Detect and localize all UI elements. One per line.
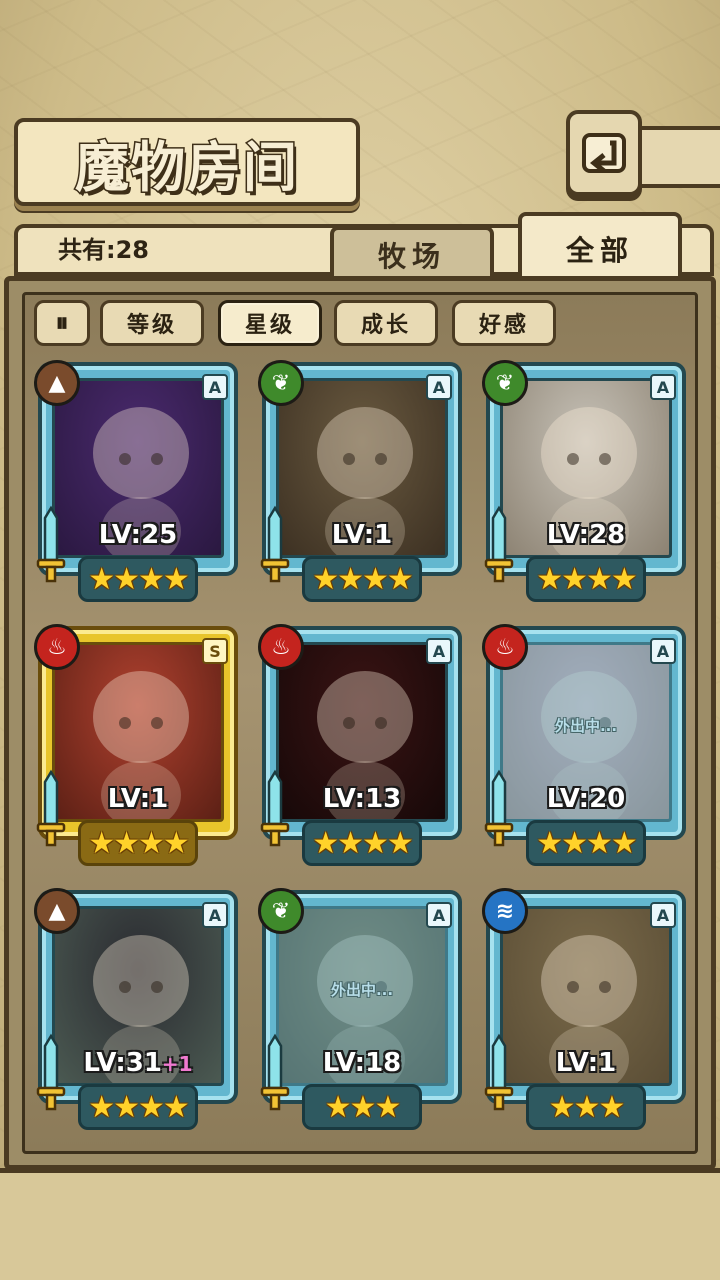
level-label: LV:20 — [486, 784, 686, 814]
level-label: LV:1 — [38, 784, 238, 814]
page-title: 魔物房间 — [74, 133, 299, 200]
filter-star-button[interactable]: 星级 — [218, 300, 322, 346]
level-label: LV:31+1 — [38, 1048, 238, 1078]
rank-badge: A — [426, 374, 452, 400]
filter-level-button[interactable]: 等级 — [100, 300, 204, 346]
monster-card[interactable]: A ≋ LV:1 ★★★ — [482, 888, 686, 1130]
level-label: LV:1 — [486, 1048, 686, 1078]
star-icons: ★★★★ — [312, 561, 414, 597]
level-label: LV:28 — [486, 520, 686, 550]
water-element-icon: ≋ — [482, 888, 528, 934]
star-icons: ★★★★ — [312, 825, 414, 861]
header-rail — [642, 126, 720, 188]
level-value: LV:20 — [546, 784, 626, 814]
monster-card[interactable]: A ❦ LV:1 ★★★★ — [258, 360, 462, 602]
rank-badge: A — [202, 374, 228, 400]
rank-badge: A — [650, 374, 676, 400]
nature-element-icon: ❦ — [482, 360, 528, 406]
rank-badge: A — [426, 902, 452, 928]
level-value: LV:31 — [83, 1048, 162, 1078]
star-rating: ★★★ — [302, 1084, 422, 1130]
monster-count: 共有:28 — [58, 236, 149, 264]
star-icons: ★★★★ — [88, 1089, 190, 1125]
star-rating: ★★★★ — [302, 820, 422, 866]
star-icons: ★★★★ — [88, 561, 190, 597]
level-value: LV:1 — [555, 1048, 617, 1078]
rank-badge: A — [426, 638, 452, 664]
monster-card[interactable]: A ▲ LV:31+1 ★★★★ — [34, 888, 238, 1130]
earth-element-icon: ▲ — [34, 360, 80, 406]
away-status-label: 外出中... — [554, 717, 618, 735]
level-value: LV:1 — [107, 784, 169, 814]
star-rating: ★★★★ — [78, 1084, 198, 1130]
rank-badge: A — [650, 638, 676, 664]
level-value: LV:28 — [546, 520, 626, 550]
filter-affection-button[interactable]: 好感 — [452, 300, 556, 346]
star-rating: ★★★★ — [526, 820, 646, 866]
rank-badge: A — [202, 902, 228, 928]
bottom-bar — [0, 1168, 720, 1280]
tab-ranch[interactable]: 牧场 — [330, 226, 494, 280]
star-rating: ★★★ — [526, 1084, 646, 1130]
star-rating: ★★★★ — [302, 556, 422, 602]
star-rating: ★★★★ — [526, 556, 646, 602]
level-value: LV:18 — [322, 1048, 402, 1078]
level-value: LV:13 — [322, 784, 402, 814]
level-label: LV:18 — [262, 1048, 462, 1078]
monster-card[interactable]: A ♨ LV:13 ★★★★ — [258, 624, 462, 866]
fire-element-icon: ♨ — [482, 624, 528, 670]
monster-card[interactable]: A ▲ LV:25 ★★★★ — [34, 360, 238, 602]
star-icons: ★★★★ — [536, 825, 638, 861]
level-value: LV:25 — [98, 520, 178, 550]
star-icons: ★★★★ — [88, 825, 190, 861]
level-label: LV:1 — [262, 520, 462, 550]
level-label: LV:13 — [262, 784, 462, 814]
fire-element-icon: ♨ — [258, 624, 304, 670]
star-icons: ★★★★ — [536, 561, 638, 597]
title-plaque: 魔物房间 — [14, 118, 360, 206]
star-rating: ★★★★ — [78, 820, 198, 866]
star-icons: ★★★ — [548, 1089, 626, 1125]
level-value: LV:1 — [331, 520, 393, 550]
nature-element-icon: ❦ — [258, 360, 304, 406]
star-rating: ★★★★ — [78, 556, 198, 602]
monster-card[interactable]: A ❦ LV:28 ★★★★ — [482, 360, 686, 602]
rank-badge: S — [202, 638, 228, 664]
monster-card[interactable]: 外出中... A ❦ LV:18 ★★★ — [258, 888, 462, 1130]
star-icons: ★★★ — [324, 1089, 402, 1125]
away-status-label: 外出中... — [330, 981, 394, 999]
back-button[interactable] — [566, 110, 642, 196]
level-bonus: +1 — [161, 1052, 193, 1076]
filter-growth-button[interactable]: 成长 — [334, 300, 438, 346]
sort-order-toggle[interactable]: ⏸ — [34, 300, 90, 346]
fire-element-icon: ♨ — [34, 624, 80, 670]
back-arrow-icon — [582, 133, 626, 173]
level-label: LV:25 — [38, 520, 238, 550]
earth-element-icon: ▲ — [34, 888, 80, 934]
rank-badge: A — [650, 902, 676, 928]
nature-element-icon: ❦ — [258, 888, 304, 934]
tab-all[interactable]: 全部 — [518, 212, 682, 282]
monster-card[interactable]: 外出中... A ♨ LV:20 ★★★★ — [482, 624, 686, 866]
monster-card[interactable]: S ♨ LV:1 ★★★★ — [34, 624, 238, 866]
